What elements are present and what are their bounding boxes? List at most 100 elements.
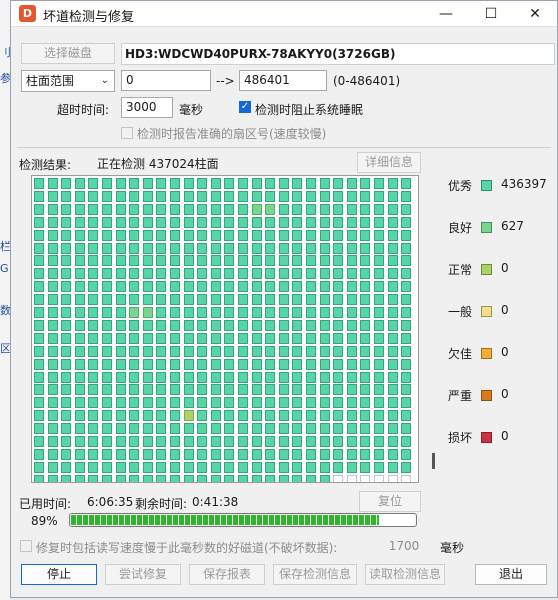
timeout-input[interactable]: 3000 bbox=[121, 97, 173, 118]
sector-block bbox=[265, 281, 276, 293]
title-bar[interactable]: D 坏道检测与修复 — ☐ ✕ bbox=[11, 1, 557, 27]
sector-block bbox=[129, 461, 140, 473]
sector-block bbox=[210, 268, 221, 280]
sector-block bbox=[74, 229, 85, 241]
sector-block bbox=[142, 474, 153, 482]
sector-block bbox=[115, 448, 126, 460]
sector-block bbox=[88, 332, 99, 344]
save-detect-info-button[interactable]: 保存检测信息 bbox=[273, 564, 357, 585]
sector-block bbox=[251, 281, 262, 293]
exit-button[interactable]: 退出 bbox=[475, 564, 547, 585]
sector-block bbox=[74, 410, 85, 422]
sector-block bbox=[251, 410, 262, 422]
sector-block bbox=[224, 319, 235, 331]
sector-block bbox=[251, 294, 262, 306]
sector-block bbox=[88, 203, 99, 215]
stop-button[interactable]: 停止 bbox=[21, 564, 97, 585]
scrollbar[interactable] bbox=[432, 453, 435, 469]
sector-block bbox=[129, 448, 140, 460]
sector-block bbox=[238, 423, 248, 435]
sector-block bbox=[61, 474, 72, 482]
sector-block bbox=[197, 371, 208, 383]
legend-count: 0 bbox=[501, 345, 509, 359]
sector-block bbox=[387, 178, 398, 189]
sector-block bbox=[319, 474, 330, 482]
sector-block bbox=[360, 190, 371, 202]
sector-block bbox=[34, 436, 44, 447]
sector-block bbox=[333, 229, 344, 241]
range-start-input[interactable]: 0 bbox=[121, 70, 211, 91]
sector-block bbox=[251, 474, 262, 482]
sector-block bbox=[401, 461, 412, 473]
sector-block bbox=[278, 255, 289, 267]
sector-block bbox=[210, 255, 221, 267]
sector-block bbox=[61, 255, 72, 267]
prevent-sleep-checkbox[interactable]: ✓ bbox=[239, 101, 251, 113]
sector-block bbox=[346, 268, 357, 280]
sector-block bbox=[88, 319, 99, 331]
sector-block bbox=[224, 410, 235, 422]
range-mode-select[interactable]: 柱面范围 ⌄ bbox=[21, 70, 115, 92]
sector-block bbox=[401, 371, 412, 383]
sector-block bbox=[170, 410, 180, 422]
sector-block bbox=[292, 203, 303, 215]
sector-block bbox=[238, 190, 248, 202]
try-repair-button[interactable]: 尝试修复 bbox=[105, 564, 181, 585]
sector-block bbox=[374, 371, 384, 383]
save-report-button[interactable]: 保存报表 bbox=[189, 564, 265, 585]
sector-block bbox=[306, 397, 316, 409]
sector-block bbox=[129, 332, 140, 344]
sector-block bbox=[333, 436, 344, 447]
close-button[interactable]: ✕ bbox=[513, 1, 557, 27]
sector-block bbox=[47, 384, 58, 396]
progress-bar bbox=[69, 513, 417, 527]
details-button[interactable]: 详细信息 bbox=[357, 152, 421, 173]
repair-slow-checkbox[interactable] bbox=[20, 540, 32, 552]
reset-button[interactable]: 复位 bbox=[359, 491, 421, 512]
sector-block bbox=[142, 255, 153, 267]
sector-block bbox=[34, 410, 44, 422]
sector-block bbox=[251, 345, 262, 357]
sector-block bbox=[346, 436, 357, 447]
sector-block bbox=[210, 203, 221, 215]
sector-block bbox=[360, 474, 371, 482]
sector-block bbox=[333, 268, 344, 280]
sector-block bbox=[401, 281, 412, 293]
range-end-input[interactable]: 486401 bbox=[239, 70, 327, 91]
maximize-button[interactable]: ☐ bbox=[469, 1, 513, 27]
sector-block bbox=[306, 319, 316, 331]
sector-block bbox=[278, 461, 289, 473]
repair-slow-input[interactable]: 1700 bbox=[369, 536, 435, 557]
sector-block bbox=[102, 294, 112, 306]
sector-block bbox=[210, 358, 221, 370]
sector-block bbox=[387, 371, 398, 383]
sector-block bbox=[115, 410, 126, 422]
sector-block bbox=[210, 332, 221, 344]
legend-swatch bbox=[481, 348, 492, 359]
select-disk-button[interactable]: 选择磁盘 bbox=[21, 43, 115, 64]
sector-block bbox=[346, 358, 357, 370]
sector-block bbox=[360, 410, 371, 422]
sector-block bbox=[292, 307, 303, 318]
sector-block bbox=[306, 371, 316, 383]
sector-block bbox=[251, 229, 262, 241]
sector-block bbox=[224, 178, 235, 189]
sector-block bbox=[360, 461, 371, 473]
read-detect-info-button[interactable]: 读取检测信息 bbox=[365, 564, 445, 585]
sector-block bbox=[102, 242, 112, 254]
sector-block bbox=[224, 423, 235, 435]
sector-block bbox=[265, 474, 276, 482]
sector-block bbox=[47, 178, 58, 189]
sector-block bbox=[129, 268, 140, 280]
sector-block bbox=[346, 448, 357, 460]
sector-block bbox=[251, 448, 262, 460]
sector-block bbox=[197, 423, 208, 435]
sector-block bbox=[360, 178, 371, 189]
sector-block bbox=[333, 242, 344, 254]
report-sector-checkbox[interactable] bbox=[121, 127, 133, 139]
sector-block bbox=[346, 332, 357, 344]
result-label: 检测结果: bbox=[19, 158, 72, 172]
legend-swatch bbox=[481, 264, 492, 275]
minimize-button[interactable]: — bbox=[424, 1, 468, 27]
sector-block bbox=[197, 397, 208, 409]
